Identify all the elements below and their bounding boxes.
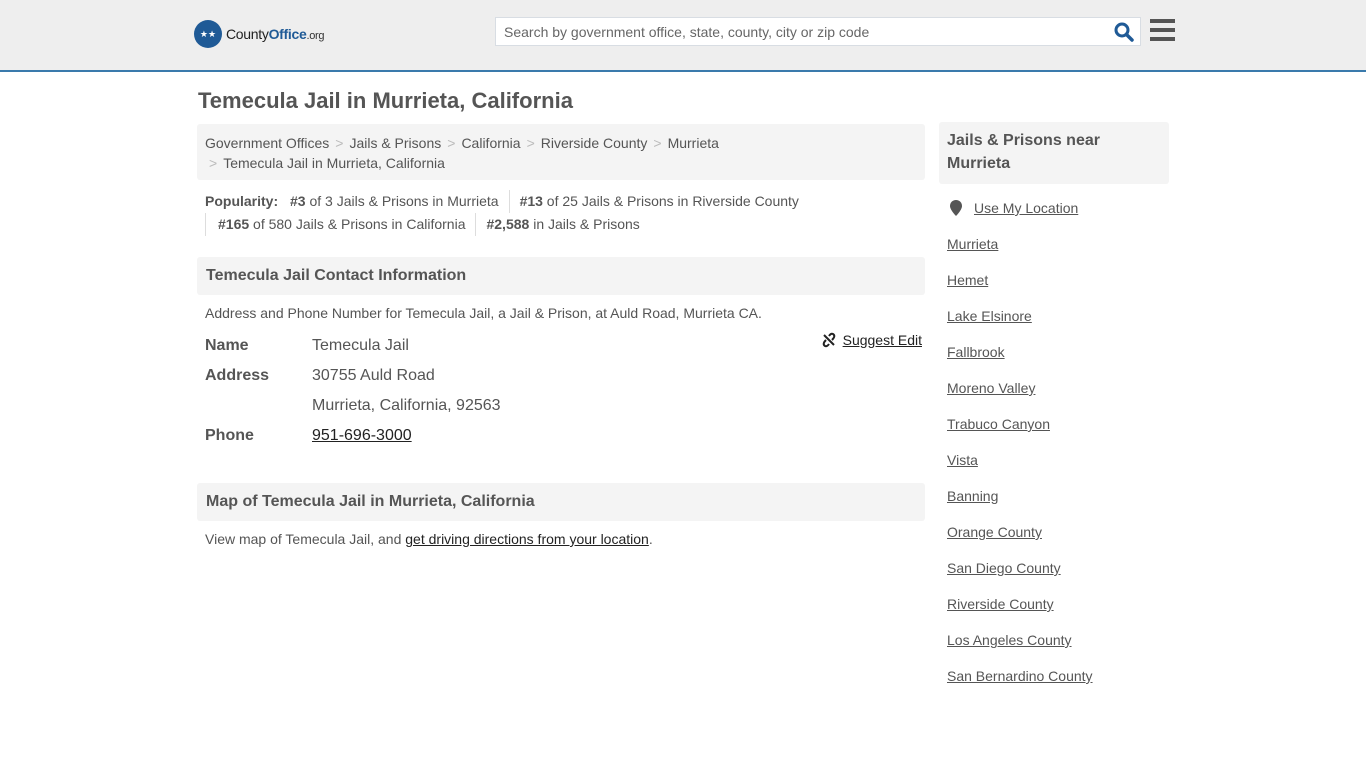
popularity-rank-city: #3 of 3 Jails & Prisons in Murrieta — [290, 193, 499, 209]
main-content: Government Offices > Jails & Prisons > Calif… — [197, 124, 925, 557]
site-logo[interactable]: ★★ CountyOffice.org — [194, 20, 325, 48]
phone-row: Phone 951-696-3000 — [205, 421, 917, 451]
nearby-item[interactable]: Riverside County — [947, 596, 1161, 632]
address-line1: 30755 Auld Road — [312, 367, 435, 384]
popularity-rank-state: #165 of 580 Jails & Prisons in Californi… — [205, 213, 475, 236]
nearby-link[interactable]: San Bernardino County — [947, 668, 1093, 684]
map-heading: Map of Temecula Jail in Murrieta, Califo… — [197, 483, 925, 521]
suggest-edit-link[interactable]: Suggest Edit — [843, 332, 922, 348]
nearby-link[interactable]: Murrieta — [947, 236, 998, 252]
page-title: Temecula Jail in Murrieta, California — [198, 88, 573, 113]
nearby-link[interactable]: Fallbrook — [947, 344, 1005, 360]
address-label: Address — [205, 367, 270, 384]
search-icon[interactable] — [1108, 18, 1140, 45]
nearby-link[interactable]: Lake Elsinore — [947, 308, 1032, 324]
breadcrumb-riverside-county[interactable]: Riverside County — [541, 135, 648, 151]
nearby-item[interactable]: Los Angeles County — [947, 632, 1161, 668]
name-label: Name — [205, 337, 249, 354]
nearby-item[interactable]: Lake Elsinore — [947, 308, 1161, 344]
popularity-label: Popularity: — [205, 193, 279, 209]
site-header: ★★ CountyOffice.org — [0, 0, 1366, 72]
contact-heading: Temecula Jail Contact Information — [197, 257, 925, 295]
search-bar — [495, 17, 1141, 46]
nearby-link[interactable]: Moreno Valley — [947, 380, 1035, 396]
nearby-item[interactable]: San Bernardino County — [947, 668, 1161, 704]
nearby-item[interactable]: Trabuco Canyon — [947, 416, 1161, 452]
nearby-link[interactable]: Trabuco Canyon — [947, 416, 1050, 432]
search-input[interactable] — [496, 23, 1108, 40]
address-row: Address 30755 Auld Road — [205, 361, 917, 391]
edit-link-icon — [822, 332, 835, 348]
nearby-item[interactable]: Murrieta — [947, 236, 1161, 272]
logo-text: CountyOffice.org — [226, 26, 325, 42]
breadcrumb: Government Offices > Jails & Prisons > Calif… — [197, 124, 925, 180]
breadcrumb-government-offices[interactable]: Government Offices — [205, 135, 329, 151]
phone-link[interactable]: 951-696-3000 — [312, 427, 412, 445]
nearby-link[interactable]: Hemet — [947, 272, 988, 288]
phone-label: Phone — [205, 427, 254, 444]
nearby-item[interactable]: San Diego County — [947, 560, 1161, 596]
breadcrumb-separator: > — [209, 155, 218, 171]
nearby-link[interactable]: Los Angeles County — [947, 632, 1072, 648]
map-description: View map of Temecula Jail, and get drivi… — [205, 531, 653, 547]
nearby-list: Use My Location Murrieta Hemet Lake Elsi… — [939, 184, 1169, 704]
nearby-link[interactable]: Banning — [947, 488, 998, 504]
address-row-2: Murrieta, California, 92563 — [205, 391, 917, 421]
breadcrumb-separator: > — [447, 135, 456, 151]
popularity-rank-national: #2,588 in Jails & Prisons — [475, 213, 649, 236]
nearby-item[interactable]: Hemet — [947, 272, 1161, 308]
contact-details: Suggest Edit Name Temecula Jail Address 30… — [197, 331, 925, 451]
popularity-rank-county: #13 of 25 Jails & Prisons in Riverside C… — [508, 190, 809, 213]
nearby-item[interactable]: Vista — [947, 452, 1161, 488]
name-row: Name Temecula Jail — [205, 331, 917, 361]
breadcrumb-separator: > — [653, 135, 662, 151]
popularity: Popularity: #3 of 3 Jails & Prisons in M… — [197, 180, 925, 236]
breadcrumb-jails-prisons[interactable]: Jails & Prisons — [349, 135, 441, 151]
name-value: Temecula Jail — [312, 337, 409, 354]
sidebar-heading: Jails & Prisons near Murrieta — [939, 122, 1169, 184]
nearby-item[interactable]: Moreno Valley — [947, 380, 1161, 416]
contact-description: Address and Phone Number for Temecula Ja… — [205, 305, 762, 321]
use-my-location[interactable]: Use My Location — [947, 200, 1161, 236]
nearby-item[interactable]: Banning — [947, 488, 1161, 524]
breadcrumb-separator: > — [526, 135, 535, 151]
nearby-link[interactable]: Riverside County — [947, 596, 1054, 612]
suggest-edit[interactable]: Suggest Edit — [821, 332, 922, 348]
nearby-item[interactable]: Orange County — [947, 524, 1161, 560]
breadcrumb-california[interactable]: California — [461, 135, 520, 151]
use-my-location-link[interactable]: Use My Location — [974, 200, 1078, 216]
hamburger-menu-icon[interactable] — [1150, 19, 1175, 41]
address-line2: Murrieta, California, 92563 — [312, 397, 501, 414]
map-pin-icon — [950, 200, 962, 216]
eagle-logo-icon: ★★ — [194, 20, 222, 48]
driving-directions-link[interactable]: get driving directions from your locatio… — [405, 531, 649, 547]
breadcrumb-separator: > — [335, 135, 344, 151]
nearby-link[interactable]: Orange County — [947, 524, 1042, 540]
sidebar: Jails & Prisons near Murrieta Use My Loc… — [939, 122, 1169, 704]
nearby-item[interactable]: Fallbrook — [947, 344, 1161, 380]
breadcrumb-current: Temecula Jail in Murrieta, California — [223, 155, 445, 171]
nearby-link[interactable]: San Diego County — [947, 560, 1061, 576]
nearby-link[interactable]: Vista — [947, 452, 978, 468]
breadcrumb-murrieta[interactable]: Murrieta — [668, 135, 719, 151]
